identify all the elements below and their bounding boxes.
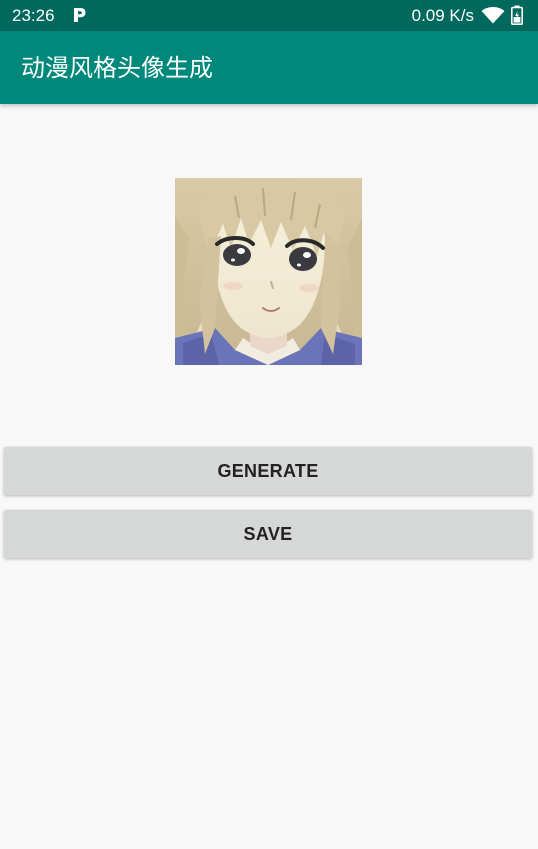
wifi-icon [481, 7, 505, 24]
status-bar: 23:26 0.09 K/s [0, 0, 538, 31]
anime-avatar-icon [175, 178, 362, 365]
parking-p-icon [74, 8, 86, 22]
save-button[interactable]: SAVE [4, 510, 532, 558]
app-title: 动漫风格头像生成 [21, 54, 213, 82]
anime-avatar-image [175, 178, 362, 365]
status-time: 23:26 [12, 6, 55, 25]
app-bar: 动漫风格头像生成 [0, 31, 538, 104]
battery-icon [511, 5, 523, 25]
network-speed: 0.09 K/s [411, 6, 474, 25]
generate-button[interactable]: GENERATE [4, 447, 532, 495]
